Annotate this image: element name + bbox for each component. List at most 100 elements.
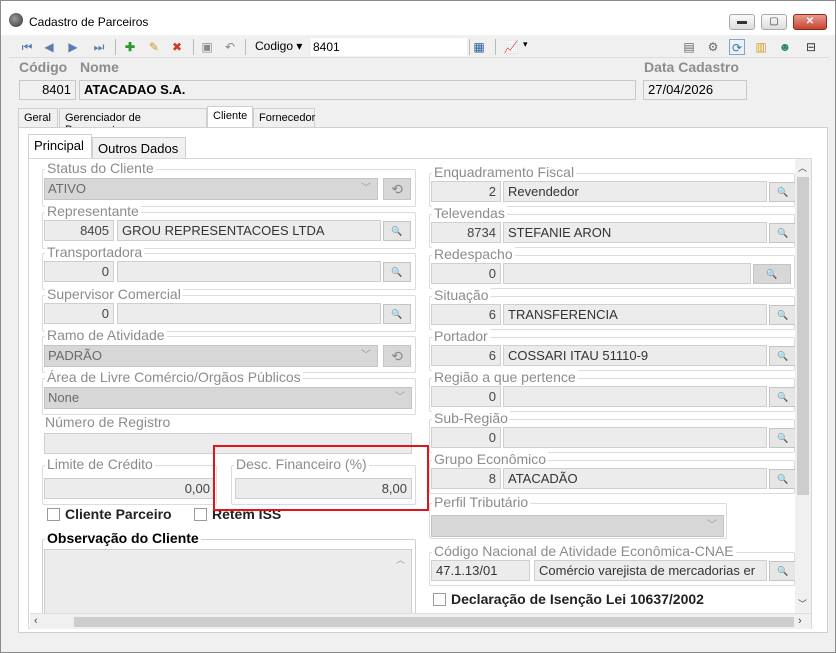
scroll-left-icon[interactable]: ‹ xyxy=(34,615,38,627)
search-televendas-icon[interactable]: 🔍 xyxy=(769,223,797,243)
undo-icon[interactable]: ↶ xyxy=(222,39,238,55)
search-representante-icon[interactable]: 🔍 xyxy=(383,221,411,241)
refresh-status-icon[interactable]: ⟲ xyxy=(383,178,411,200)
tab-cliente[interactable]: Cliente xyxy=(207,106,253,128)
status-select[interactable]: ATIVO ﹀ xyxy=(44,178,378,200)
report-icon[interactable]: ▤ xyxy=(681,39,697,55)
grid-view-icon[interactable]: ▦ xyxy=(471,39,487,55)
scroll-down-icon[interactable]: ﹀ xyxy=(798,597,807,610)
vertical-scrollbar[interactable]: ︿ ﹀ xyxy=(795,159,811,613)
vertical-scroll-thumb[interactable] xyxy=(797,177,809,495)
maximize-button[interactable]: ▢ xyxy=(761,14,787,30)
cnae-description[interactable]: Comércio varejista de mercadorias er xyxy=(534,560,767,581)
refresh-ramo-icon[interactable]: ⟲ xyxy=(383,345,411,367)
data-cadastro-label: Data Cadastro xyxy=(644,59,739,75)
redespacho-code[interactable]: 0 xyxy=(431,263,501,284)
numero-registro-label: Número de Registro xyxy=(45,414,171,430)
search-situacao-icon[interactable]: 🔍 xyxy=(769,305,797,325)
chevron-up-icon[interactable]: ︿ xyxy=(396,553,405,566)
exit-icon[interactable]: ⊟ xyxy=(803,39,819,55)
redespacho-name[interactable] xyxy=(503,263,751,284)
subtab-principal[interactable]: Principal xyxy=(28,134,92,159)
horizontal-scrollbar[interactable]: ‹ › xyxy=(30,613,811,629)
search-field-select[interactable]: Codigo ▾ xyxy=(255,39,302,53)
gear-icon[interactable]: ⚙ xyxy=(705,39,721,55)
supervisor-code[interactable]: 0 xyxy=(44,303,114,324)
nome-field[interactable]: ATACADAO S.A. xyxy=(79,80,636,100)
search-enquadramento-icon[interactable]: 🔍 xyxy=(769,182,797,202)
portador-code[interactable]: 6 xyxy=(431,345,501,366)
area-select[interactable]: None ﹀ xyxy=(44,387,412,409)
representante-code[interactable]: 8405 xyxy=(44,220,114,241)
regiao-name[interactable] xyxy=(503,386,767,407)
horizontal-scroll-thumb[interactable] xyxy=(74,617,794,627)
regiao-code[interactable]: 0 xyxy=(431,386,501,407)
user-icon[interactable]: ☻ xyxy=(777,39,793,55)
next-record-icon[interactable]: ▶ xyxy=(65,39,81,55)
transportadora-name[interactable] xyxy=(117,261,381,282)
cnae-code[interactable]: 47.1.13/01 xyxy=(431,560,530,581)
highlight-box xyxy=(213,445,429,511)
codigo-field[interactable]: 8401 xyxy=(19,80,76,100)
search-regiao-icon[interactable]: 🔍 xyxy=(769,387,797,407)
codigo-label: Código xyxy=(19,59,68,75)
enquadramento-code[interactable]: 2 xyxy=(431,181,501,202)
delete-icon[interactable]: ✖ xyxy=(169,39,185,55)
representante-name[interactable]: GROU REPRESENTACOES LTDA xyxy=(117,220,381,241)
chevron-down-icon[interactable]: ▾ xyxy=(523,39,528,50)
search-input[interactable]: 8401 xyxy=(311,38,467,56)
televendas-code[interactable]: 8734 xyxy=(431,222,501,243)
last-record-icon[interactable]: ⏭ xyxy=(91,39,107,55)
nome-label: Nome xyxy=(80,59,119,75)
declaracao-checkbox[interactable] xyxy=(433,593,446,606)
tab-gerenciador-documentos[interactable]: Gerenciador de Documentos xyxy=(59,108,207,136)
app-icon xyxy=(9,13,23,27)
ramo-select[interactable]: PADRÃO ﹀ xyxy=(44,345,378,367)
close-button[interactable]: ✕ xyxy=(793,14,827,30)
toolbar: ⏮ ◀ ▶ ⏭ ✚ ✎ ✖ ▣ ↶ Codigo ▾ 8401 ▦ 📈 ▾ ▤ … xyxy=(9,36,829,58)
scroll-up-icon[interactable]: ︿ xyxy=(798,161,807,174)
grupo-code[interactable]: 8 xyxy=(431,468,501,489)
observacao-textarea[interactable] xyxy=(44,549,412,615)
edit-icon[interactable]: ✎ xyxy=(146,39,162,55)
search-redespacho-icon[interactable]: 🔍 xyxy=(753,264,791,284)
tab-geral[interactable]: Geral xyxy=(18,108,58,128)
prev-record-icon[interactable]: ◀ xyxy=(41,39,57,55)
grupo-name[interactable]: ATACADÃO xyxy=(503,468,767,489)
subregiao-code[interactable]: 0 xyxy=(431,427,501,448)
search-supervisor-icon[interactable]: 🔍 xyxy=(383,304,411,324)
situacao-code[interactable]: 6 xyxy=(431,304,501,325)
portador-name[interactable]: COSSARI ITAU 51110-9 xyxy=(503,345,767,366)
search-cnae-icon[interactable]: 🔍 xyxy=(769,561,797,581)
first-record-icon[interactable]: ⏮ xyxy=(19,39,35,55)
scroll-right-icon[interactable]: › xyxy=(798,615,802,627)
perfil-select[interactable]: ﹀ xyxy=(431,515,724,537)
data-cadastro-field[interactable]: 27/04/2026 xyxy=(643,80,747,100)
tab-fornecedor[interactable]: Fornecedor xyxy=(253,108,315,128)
search-subregiao-icon[interactable]: 🔍 xyxy=(769,428,797,448)
add-icon[interactable]: ✚ xyxy=(122,39,138,55)
situacao-name[interactable]: TRANSFERENCIA xyxy=(503,304,767,325)
declaracao-label: Declaração de Isenção Lei 10637/2002 xyxy=(451,591,704,607)
subregiao-name[interactable] xyxy=(503,427,767,448)
cliente-parceiro-checkbox[interactable] xyxy=(47,508,60,521)
title-bar: Cadastro de Parceiros ▬ ▢ ✕ xyxy=(1,1,835,35)
subtab-outros-dados[interactable]: Outros Dados xyxy=(92,137,186,159)
chart-icon[interactable]: 📈 xyxy=(503,39,519,55)
supervisor-name[interactable] xyxy=(117,303,381,324)
retem-iss-checkbox[interactable] xyxy=(194,508,207,521)
window-title: Cadastro de Parceiros xyxy=(29,15,149,29)
minimize-button[interactable]: ▬ xyxy=(729,14,755,30)
search-portador-icon[interactable]: 🔍 xyxy=(769,346,797,366)
save-icon[interactable]: ▣ xyxy=(199,39,215,55)
window: Cadastro de Parceiros ▬ ▢ ✕ ⏮ ◀ ▶ ⏭ ✚ ✎ … xyxy=(0,0,836,653)
search-transportadora-icon[interactable]: 🔍 xyxy=(383,262,411,282)
clipboard-icon[interactable]: ▥ xyxy=(753,39,769,55)
cliente-parceiro-label: Cliente Parceiro xyxy=(65,506,172,522)
search-grupo-icon[interactable]: 🔍 xyxy=(769,469,797,489)
transportadora-code[interactable]: 0 xyxy=(44,261,114,282)
refresh-icon[interactable]: ⟳ xyxy=(729,39,745,55)
televendas-name[interactable]: STEFANIE ARON xyxy=(503,222,767,243)
enquadramento-name[interactable]: Revendedor xyxy=(503,181,767,202)
limite-credito-field[interactable]: 0,00 xyxy=(44,478,215,499)
